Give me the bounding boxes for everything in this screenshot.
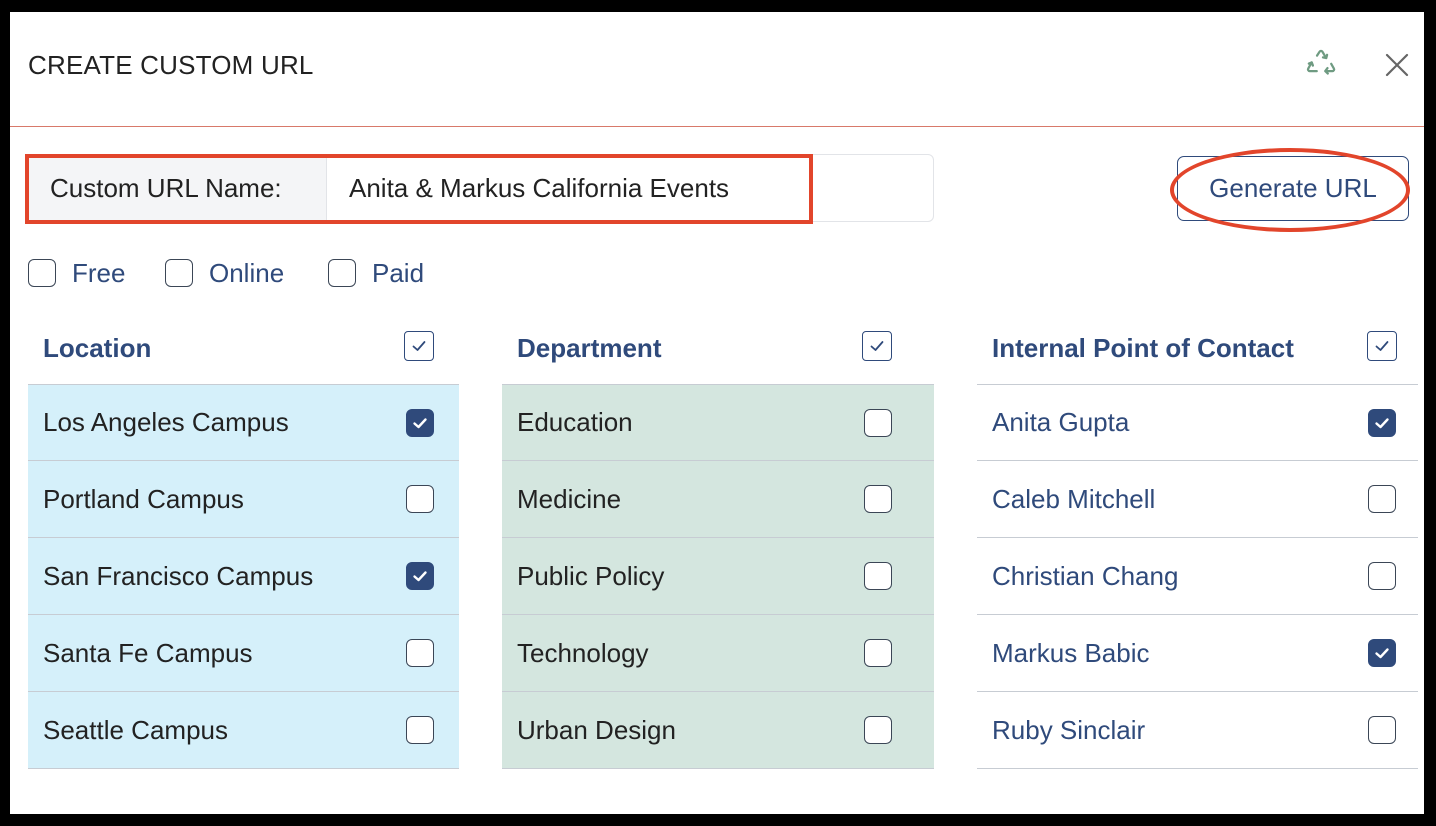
department-row-checkbox[interactable] xyxy=(864,716,892,744)
location-row-checkbox[interactable] xyxy=(406,639,434,667)
contact-select-all-checkbox[interactable] xyxy=(1367,331,1397,361)
location-row-portland[interactable]: Portland Campus xyxy=(28,461,459,538)
contact-row-christian-chang[interactable]: Christian Chang xyxy=(977,538,1418,615)
contact-row-label: Markus Babic xyxy=(992,637,1150,668)
check-icon xyxy=(1375,648,1389,659)
department-row-education[interactable]: Education xyxy=(502,384,934,461)
location-row-label: Portland Campus xyxy=(43,483,244,514)
filter-paid[interactable]: Paid xyxy=(328,258,424,288)
custom-url-name-label: Custom URL Name: xyxy=(27,155,327,221)
contact-row-checkbox[interactable] xyxy=(1368,408,1396,437)
department-row-public-policy[interactable]: Public Policy xyxy=(502,538,934,615)
location-row-checkbox[interactable] xyxy=(406,408,434,437)
contact-row-label: Ruby Sinclair xyxy=(992,714,1146,745)
department-row-label: Public Policy xyxy=(517,560,665,591)
contact-row-caleb-mitchell[interactable]: Caleb Mitchell xyxy=(977,461,1418,538)
check-icon xyxy=(1375,341,1389,351)
department-row-checkbox[interactable] xyxy=(864,485,892,513)
recycle-icon[interactable] xyxy=(1304,48,1338,82)
location-row-santa-fe[interactable]: Santa Fe Campus xyxy=(28,615,459,692)
location-column-title: Location xyxy=(43,333,152,363)
filter-paid-label: Paid xyxy=(372,257,425,288)
department-row-medicine[interactable]: Medicine xyxy=(502,461,934,538)
filter-paid-checkbox[interactable] xyxy=(328,259,356,287)
contact-row-anita-gupta[interactable]: Anita Gupta xyxy=(977,384,1418,461)
filter-free[interactable]: Free xyxy=(28,258,125,288)
filter-online-label: Online xyxy=(209,257,285,288)
location-row-label: Los Angeles Campus xyxy=(43,407,289,437)
check-icon xyxy=(1375,417,1389,428)
department-row-label: Medicine xyxy=(517,483,622,514)
modal-title: CREATE CUSTOM URL xyxy=(28,50,314,80)
check-icon xyxy=(413,417,427,428)
department-column-title: Department xyxy=(517,333,662,363)
location-row-seattle[interactable]: Seattle Campus xyxy=(28,692,459,769)
location-row-checkbox[interactable] xyxy=(406,562,434,590)
check-icon xyxy=(412,341,426,351)
create-custom-url-modal: CREATE CUSTOM URL Custom URL Name: Gener… xyxy=(10,12,1424,814)
filter-free-checkbox[interactable] xyxy=(28,259,56,287)
close-icon[interactable] xyxy=(1382,50,1412,80)
filter-online[interactable]: Online xyxy=(165,258,284,288)
contact-column-title: Internal Point of Contact xyxy=(992,333,1294,363)
generate-url-button[interactable]: Generate URL xyxy=(1177,156,1409,221)
location-row-label: Seattle Campus xyxy=(43,714,228,745)
location-row-san-francisco[interactable]: San Francisco Campus xyxy=(28,538,459,615)
location-row-label: Santa Fe Campus xyxy=(43,637,253,668)
department-column-header: Department xyxy=(502,330,934,384)
contact-row-label: Christian Chang xyxy=(992,560,1179,591)
location-row-checkbox[interactable] xyxy=(406,716,434,744)
contact-list: Anita Gupta Caleb Mitchell Christian Cha… xyxy=(977,384,1418,769)
location-column-header: Location xyxy=(28,330,459,384)
custom-url-name-input[interactable] xyxy=(327,155,933,221)
location-row-los-angeles[interactable]: Los Angeles Campus xyxy=(28,384,459,461)
contact-row-markus-babic[interactable]: Markus Babic xyxy=(977,615,1418,692)
department-row-technology[interactable]: Technology xyxy=(502,615,934,692)
department-row-urban-design[interactable]: Urban Design xyxy=(502,692,934,769)
department-row-label: Urban Design xyxy=(517,714,676,745)
contact-row-ruby-sinclair[interactable]: Ruby Sinclair xyxy=(977,692,1418,769)
location-list: Los Angeles Campus Portland Campus San F… xyxy=(28,384,459,769)
department-row-checkbox[interactable] xyxy=(864,639,892,667)
location-select-all-checkbox[interactable] xyxy=(404,331,434,361)
department-row-label: Technology xyxy=(517,637,649,668)
contact-row-checkbox[interactable] xyxy=(1368,485,1396,513)
modal-header: CREATE CUSTOM URL xyxy=(10,12,1424,127)
department-row-checkbox[interactable] xyxy=(864,562,892,590)
contact-column-header: Internal Point of Contact xyxy=(977,330,1418,384)
filter-free-label: Free xyxy=(72,257,126,288)
contact-row-checkbox[interactable] xyxy=(1368,639,1396,667)
filter-online-checkbox[interactable] xyxy=(165,259,193,287)
location-row-label: San Francisco Campus xyxy=(43,560,314,591)
department-row-checkbox[interactable] xyxy=(864,408,892,437)
location-row-checkbox[interactable] xyxy=(406,485,434,513)
department-list: Education Medicine Public Policy Technol… xyxy=(502,384,934,769)
check-icon xyxy=(413,571,427,582)
contact-row-label: Caleb Mitchell xyxy=(992,483,1156,514)
custom-url-name-group: Custom URL Name: xyxy=(26,154,934,222)
contact-row-checkbox[interactable] xyxy=(1368,716,1396,744)
check-icon xyxy=(870,341,884,351)
contact-row-checkbox[interactable] xyxy=(1368,562,1396,590)
contact-row-label: Anita Gupta xyxy=(992,407,1130,437)
department-row-label: Education xyxy=(517,407,633,437)
department-select-all-checkbox[interactable] xyxy=(862,331,892,361)
